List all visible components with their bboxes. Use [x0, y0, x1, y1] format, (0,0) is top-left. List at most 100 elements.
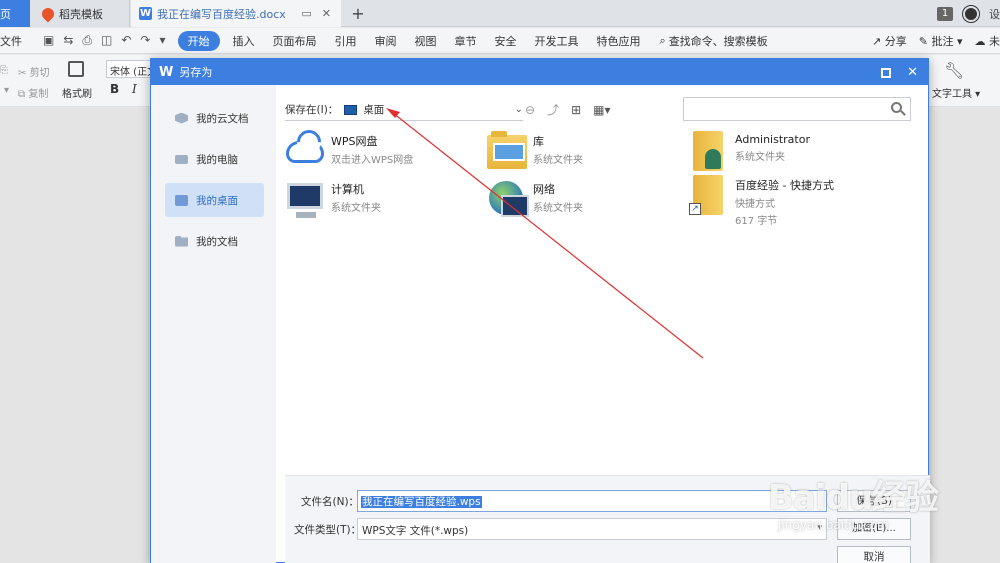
command-search[interactable]: ⌕ 查找命令、搜索模板 [650, 33, 778, 49]
view-mode-icon[interactable]: ▦▾ [593, 103, 610, 117]
tab-pin-icon[interactable]: ▭ [301, 7, 311, 20]
sidebar-item-label: 我的云文档 [196, 112, 249, 125]
menu-developer[interactable]: 开发工具 [526, 33, 588, 49]
shortcut-folder-icon: ↗ [689, 175, 729, 215]
bold-button[interactable]: B [110, 82, 119, 96]
save-icon[interactable]: ▣ [43, 33, 54, 48]
file-name: Administrator [735, 133, 810, 146]
file-desc: 系统文件夹 [331, 203, 381, 214]
dialog-title: 另存为 [179, 66, 213, 79]
menu-insert[interactable]: 插入 [224, 33, 264, 49]
file-name: 库 [533, 135, 544, 148]
file-item-wps-cloud[interactable]: WPS网盘 双击进入WPS网盘 [285, 131, 413, 171]
network-icon [487, 179, 529, 219]
search-icon: ⌕ [659, 33, 666, 47]
menu-section[interactable]: 章节 [446, 33, 486, 49]
tab-document[interactable]: W 我正在编写百度经验.docx ▭ ✕ [131, 0, 341, 27]
new-tab-button[interactable]: + [348, 0, 368, 27]
sidebar-item-cloud-docs[interactable]: 我的云文档 [165, 101, 264, 135]
settings-link[interactable]: 设 [989, 6, 1000, 22]
copy-button[interactable]: ⧉ 复制 [18, 85, 48, 100]
baidu-watermark: Baidu经验 jingyan.baidu.com [768, 470, 1000, 563]
wps-writer-icon: W [139, 7, 152, 20]
file-size: 617 字节 [735, 216, 778, 227]
watermark-url: jingyan.baidu.com [778, 518, 889, 532]
chevron-down-icon: ⌄ [514, 104, 523, 115]
text-tools-button[interactable]: 文字工具 ▾ [932, 85, 980, 100]
tab-home-label: 页 [0, 7, 11, 21]
file-item-baidu-shortcut[interactable]: ↗ 百度经验 - 快捷方式 快捷方式 617 字节 [689, 175, 834, 227]
daoke-flame-icon [39, 5, 57, 22]
menu-security[interactable]: 安全 [486, 33, 526, 49]
menu-special[interactable]: 特色应用 [588, 33, 650, 49]
menu-start[interactable]: 开始 [177, 30, 220, 51]
tab-close-icon[interactable]: ✕ [322, 7, 331, 20]
file-item-administrator[interactable]: Administrator 系统文件夹 [689, 131, 810, 171]
menu-view[interactable]: 视图 [406, 33, 446, 49]
dialog-close-icon[interactable]: ✕ [907, 65, 918, 80]
preview-icon[interactable]: ◫ [101, 33, 112, 48]
search-icon[interactable] [891, 102, 902, 113]
file-desc: 系统文件夹 [533, 155, 583, 166]
quick-access-dropdown-icon[interactable]: ▾ [159, 33, 165, 48]
file-name: 网络 [533, 183, 555, 196]
comment-button[interactable]: ✎ 批注 ▾ [919, 33, 963, 49]
menu-file[interactable]: 文件 [0, 33, 31, 49]
paste-dropdown-icon[interactable]: ▾ [4, 85, 9, 96]
copy-label: 复制 [28, 89, 49, 100]
filename-label: 文件名(N)： [301, 496, 360, 508]
tab-home[interactable]: 页 [0, 0, 30, 27]
cloud-sync-label: 未 [989, 34, 1000, 48]
menu-reference[interactable]: 引用 [326, 33, 366, 49]
file-desc: 双击进入WPS网盘 [331, 155, 414, 166]
cut-label: 剪切 [29, 68, 50, 79]
library-folder-icon [487, 131, 527, 171]
monitor-icon [175, 154, 188, 164]
format-brush-label[interactable]: 格式刷 [62, 85, 92, 100]
watermark-logo: Baidu经验 [768, 478, 939, 518]
dialog-title-bar[interactable]: W 另存为 ✕ [151, 59, 928, 85]
menu-page-layout[interactable]: 页面布局 [264, 33, 326, 49]
paste-icon[interactable]: ⎘ [0, 65, 8, 76]
share-label: 分享 [884, 34, 907, 48]
file-item-library[interactable]: 库 系统文件夹 [487, 131, 583, 171]
sidebar-item-my-documents[interactable]: 我的文档 [165, 224, 264, 258]
cloud-sync-button[interactable]: ☁ 未 [975, 33, 1000, 49]
tab-daoke-templates[interactable]: 稻壳模板 [30, 0, 130, 27]
filetype-select[interactable]: WPS文字 文件(*.wps) ▾ [357, 518, 827, 540]
format-brush-icon[interactable] [68, 61, 84, 77]
redo-icon[interactable]: ↷ [140, 33, 150, 48]
up-folder-icon[interactable]: ⤴ [547, 101, 559, 118]
font-select[interactable]: 宋体 (正文) [106, 60, 156, 78]
wrench-icon[interactable]: 🔧︎ [944, 61, 964, 80]
user-avatar-icon[interactable] [963, 5, 979, 22]
menu-bar: 文件 ▣ ⇆ ⎙ ◫ ↶ ↷ ▾ 开始 插入 页面布局 引用 审阅 视图 章节 … [0, 28, 1000, 54]
file-name: 百度经验 - 快捷方式 [735, 179, 834, 192]
maximize-icon[interactable] [881, 67, 892, 78]
italic-button[interactable]: I [132, 82, 137, 96]
dialog-search-input[interactable] [683, 97, 911, 121]
file-item-computer[interactable]: 计算机 系统文件夹 [285, 179, 381, 219]
share-button[interactable]: ↗ 分享 [872, 33, 907, 49]
sidebar-item-my-computer[interactable]: 我的电脑 [165, 142, 264, 176]
command-search-label: 查找命令、搜索模板 [668, 34, 768, 48]
cut-button[interactable]: ✂ 剪切 [18, 64, 50, 79]
file-item-network[interactable]: 网络 系统文件夹 [487, 179, 583, 219]
undo-icon[interactable]: ↶ [121, 33, 131, 48]
save-in-select[interactable]: 保存在(I)： 桌面 ⌄ [285, 99, 523, 121]
nav-toolbar: ⊖ ⤴ ⊞ ▦▾ [525, 101, 611, 118]
comment-label: 批注 [931, 34, 954, 48]
back-icon[interactable]: ⊖ [525, 103, 535, 117]
window-count-badge[interactable]: 1 [937, 6, 953, 21]
new-folder-icon[interactable]: ⊞ [571, 103, 581, 117]
desktop-mini-icon [344, 104, 358, 115]
cloud-doc-icon [175, 112, 188, 124]
computer-icon [285, 179, 325, 219]
filename-input[interactable]: 我正在编写百度经验.wps [357, 490, 827, 512]
sidebar-item-my-desktop[interactable]: 我的桌面 [165, 183, 264, 217]
sidebar-item-label: 我的桌面 [196, 194, 238, 207]
tab-bar: 页 稻壳模板 W 我正在编写百度经验.docx ▭ ✕ + 1 设 [0, 0, 1000, 27]
menu-review[interactable]: 审阅 [366, 33, 406, 49]
print-icon[interactable]: ⎙ [82, 33, 92, 48]
export-icon[interactable]: ⇆ [63, 33, 73, 48]
